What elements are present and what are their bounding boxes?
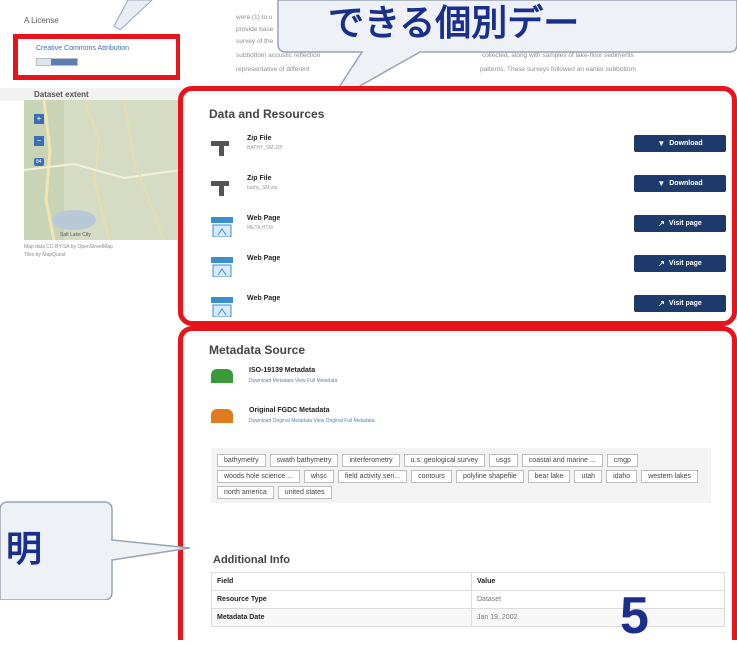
resource-name[interactable]: Web Page bbox=[247, 295, 280, 302]
description-line: were (1) to u bbox=[236, 14, 273, 21]
map-credit: Map data CC-BY-SA by OpenStreetMap bbox=[24, 244, 113, 250]
map-tiles bbox=[24, 100, 180, 240]
tag[interactable]: north america bbox=[217, 486, 274, 499]
resource-item[interactable]: Zip File bathy_SM.zip ▼ Download bbox=[211, 175, 731, 209]
tag[interactable]: western lakes bbox=[641, 470, 698, 483]
value-cell: Jan 19, 2002 bbox=[471, 608, 725, 627]
metadata-source-panel: Metadata Source ISO-19139 Metadata Downlo… bbox=[178, 326, 737, 640]
page-number: 5 bbox=[620, 587, 649, 645]
metadata-links[interactable]: Download Original Metadata View Original… bbox=[249, 418, 375, 424]
tag[interactable]: woods hole science ... bbox=[217, 470, 300, 483]
tag[interactable]: swath bathymetry bbox=[269, 454, 339, 467]
metadata-file-icon bbox=[211, 369, 233, 383]
resources-title: Data and Resources bbox=[209, 107, 325, 121]
open-data-badge bbox=[36, 58, 78, 66]
license-heading: A License bbox=[24, 16, 59, 25]
tag[interactable]: interferometry bbox=[342, 454, 400, 467]
zip-file-icon bbox=[211, 177, 233, 197]
field-cell: Resource Type bbox=[211, 590, 472, 609]
zip-file-icon bbox=[211, 137, 233, 157]
resource-name[interactable]: Web Page bbox=[247, 255, 280, 262]
map-zoom-out-button[interactable]: − bbox=[34, 136, 44, 146]
field-cell: Metadata Date bbox=[211, 608, 472, 627]
visit-page-button[interactable]: ↗ Visit page bbox=[634, 255, 726, 272]
external-link-icon: ↗ bbox=[658, 259, 665, 268]
tag[interactable]: u.s. geological survey bbox=[403, 454, 485, 467]
resource-item[interactable]: Web Page ↗ Visit page bbox=[211, 295, 731, 329]
tag[interactable]: bathymetry bbox=[217, 454, 266, 467]
dataset-extent-map[interactable]: 84 Salt Lake City + − bbox=[24, 100, 180, 240]
web-page-icon bbox=[211, 297, 233, 318]
web-page-icon bbox=[211, 217, 233, 238]
tag[interactable]: usgs bbox=[489, 454, 518, 467]
button-label: Download bbox=[669, 180, 703, 187]
map-tiles-credit: Tiles by MapQuest bbox=[24, 252, 66, 258]
external-link-icon: ↗ bbox=[658, 219, 665, 228]
tag[interactable]: utah bbox=[574, 470, 603, 483]
tag[interactable]: bear lake bbox=[527, 470, 571, 483]
map-shield-label: 84 bbox=[34, 158, 44, 166]
visit-page-button[interactable]: ↗ Visit page bbox=[634, 215, 726, 232]
resource-item[interactable]: Zip File BATHY_SM.ZIP ▼ Download bbox=[211, 135, 731, 169]
map-city-label: Salt Lake City bbox=[60, 232, 91, 238]
metadata-file-icon bbox=[211, 409, 233, 423]
value-cell: Dataset bbox=[471, 590, 725, 609]
table-header-cell: Value bbox=[471, 572, 725, 591]
callout-top-text: できる個別デー bbox=[328, 2, 580, 43]
description-line: provide base bbox=[236, 26, 274, 33]
tag[interactable]: field activity seri... bbox=[337, 470, 408, 483]
metadata-item: Original FGDC Metadata Download Original … bbox=[211, 407, 611, 437]
tag[interactable]: cmgp bbox=[606, 454, 638, 467]
metadata-name: Original FGDC Metadata bbox=[249, 407, 330, 414]
button-label: Visit page bbox=[668, 260, 702, 267]
resource-filename: bathy_SM.zip bbox=[247, 185, 278, 191]
license-link[interactable]: Creative Commons Attribution bbox=[36, 45, 129, 52]
map-zoom-in-button[interactable]: + bbox=[34, 114, 44, 124]
download-icon: ▼ bbox=[657, 179, 666, 188]
button-label: Download bbox=[669, 140, 703, 147]
web-page-icon bbox=[211, 257, 233, 278]
tag[interactable]: polyline shapefile bbox=[455, 470, 524, 483]
button-label: Visit page bbox=[668, 300, 702, 307]
callout-pointer-topleft bbox=[113, 0, 153, 30]
resource-item[interactable]: Web Page ↗ Visit page bbox=[211, 255, 731, 289]
table-header-cell: Field bbox=[211, 572, 472, 591]
download-button[interactable]: ▼ Download bbox=[634, 135, 726, 152]
resource-filename: BATHY_SM.ZIP bbox=[247, 145, 283, 151]
additional-info-title: Additional Info bbox=[213, 554, 290, 566]
visit-page-button[interactable]: ↗ Visit page bbox=[634, 295, 726, 312]
tag[interactable]: idaho bbox=[606, 470, 638, 483]
resource-name[interactable]: Zip File bbox=[247, 175, 272, 182]
button-label: Visit page bbox=[668, 220, 702, 227]
download-button[interactable]: ▼ Download bbox=[634, 175, 726, 192]
resource-name[interactable]: Web Page bbox=[247, 215, 280, 222]
callout-left-text: 明 bbox=[6, 528, 43, 569]
description-line: survey of the bbox=[236, 38, 274, 45]
resource-item[interactable]: Web Page META.HTM ↗ Visit page bbox=[211, 215, 731, 249]
tag[interactable]: whsc bbox=[303, 470, 334, 483]
metadata-name: ISO-19139 Metadata bbox=[249, 367, 316, 374]
tag[interactable]: contours bbox=[411, 470, 452, 483]
tag[interactable]: coastal and marine ... bbox=[521, 454, 603, 467]
tag-list: bathymetry swath bathymetry interferometry… bbox=[211, 448, 711, 503]
tag[interactable]: united states bbox=[277, 486, 332, 499]
metadata-title: Metadata Source bbox=[209, 343, 306, 357]
metadata-item: ISO-19139 Metadata Download Metadata View… bbox=[211, 367, 611, 397]
resource-filename: META.HTM bbox=[247, 225, 273, 231]
license-highlight-box: Creative Commons Attribution bbox=[13, 34, 181, 80]
resource-name[interactable]: Zip File bbox=[247, 135, 272, 142]
external-link-icon: ↗ bbox=[658, 299, 665, 308]
metadata-links[interactable]: Download Metadata View Full Metadata bbox=[249, 378, 337, 384]
download-icon: ▼ bbox=[657, 139, 666, 148]
data-and-resources-panel: Data and Resources Zip File BATHY_SM.ZIP ▼… bbox=[178, 86, 737, 326]
